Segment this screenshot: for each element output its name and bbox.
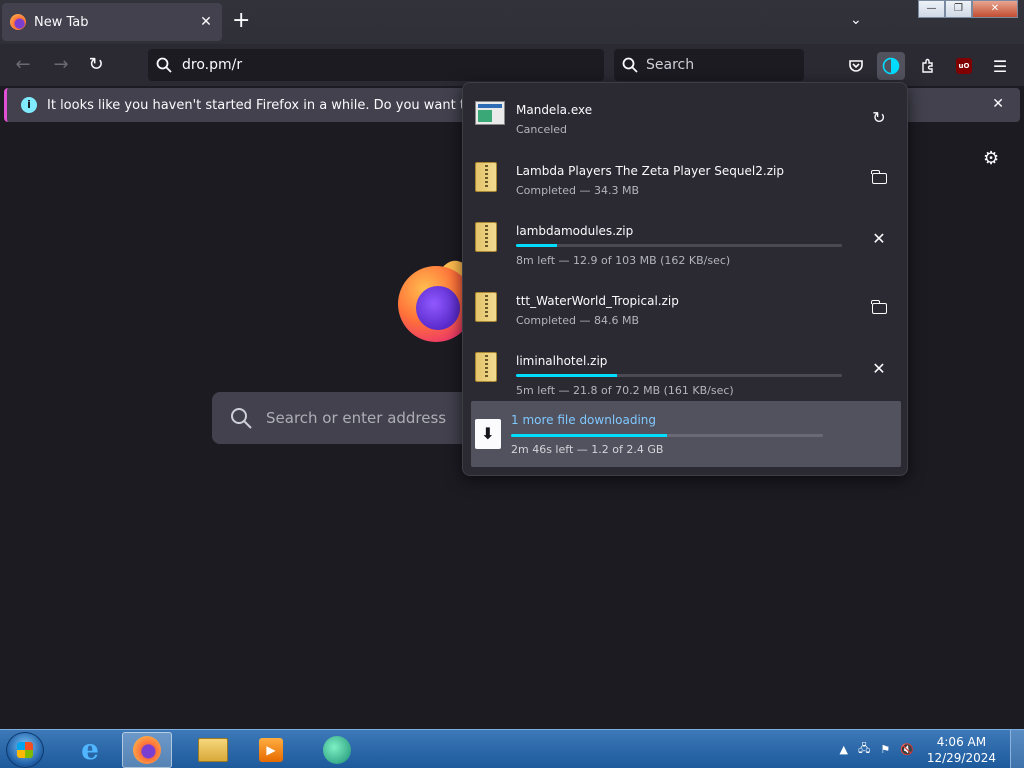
summary-status: 2m 46s left — 1.2 of 2.4 GB [511, 443, 664, 456]
pocket-icon[interactable] [842, 52, 870, 80]
download-filename: liminalhotel.zip [516, 354, 608, 368]
show-desktop-button[interactable] [1010, 730, 1024, 768]
download-filename: ttt_WaterWorld_Tropical.zip [516, 294, 679, 308]
download-filename: Lambda Players The Zeta Player Sequel2.z… [516, 164, 784, 178]
extensions-puzzle-icon[interactable] [914, 52, 942, 80]
file-explorer-icon[interactable] [188, 732, 238, 768]
action-center-flag-icon[interactable]: ⚑ [880, 743, 890, 756]
download-status: Completed — 84.6 MB [516, 314, 640, 327]
download-status: Canceled [516, 123, 568, 136]
ublock-origin-icon[interactable]: uO [950, 52, 978, 80]
tab-title: New Tab [34, 14, 89, 30]
windows-logo-icon [17, 742, 33, 758]
list-all-tabs-chevron-icon[interactable]: ⌄ [850, 12, 862, 28]
tab-close-icon[interactable]: ✕ [198, 14, 214, 30]
tab-new-tab[interactable]: New Tab ✕ [2, 3, 222, 41]
downloads-panel: Mandela.exe Canceled ↻ Lambda Players Th… [462, 82, 908, 476]
navigation-toolbar: ← → ↻ dro.pm/r Search uO ☰ [0, 44, 1024, 86]
download-status: 5m left — 21.8 of 70.2 MB (161 KB/sec) [516, 384, 734, 397]
retry-icon[interactable]: ↻ [867, 105, 891, 129]
zip-file-icon [475, 222, 503, 254]
window-controls: — ❐ ✕ [918, 0, 1018, 18]
clock-time: 4:06 AM [936, 734, 987, 749]
show-hidden-icons-icon[interactable]: ▲ [840, 743, 848, 756]
system-tray: ▲ 🖧 ⚑ 🔇 4:06 AM 12/29/2024 [835, 730, 1024, 768]
summary-progress-bar [511, 434, 823, 437]
download-progress-bar [516, 374, 842, 377]
download-item[interactable]: ttt_WaterWorld_Tropical.zip Completed — … [471, 280, 899, 340]
windows-taskbar: e ▶ ▲ 🖧 ⚑ 🔇 4:06 AM 12/29/2024 [0, 729, 1024, 768]
clock[interactable]: 4:06 AM 12/29/2024 [927, 734, 996, 766]
downloads-button-icon[interactable] [877, 52, 905, 80]
download-item[interactable]: liminalhotel.zip 5m left — 21.8 of 70.2 … [471, 340, 899, 400]
folder-icon[interactable] [867, 166, 891, 190]
zip-file-icon [475, 292, 503, 324]
download-status: 8m left — 12.9 of 103 MB (162 KB/sec) [516, 254, 731, 267]
zip-file-icon [475, 352, 503, 384]
download-item[interactable]: Mandela.exe Canceled ↻ [471, 89, 899, 149]
firefox-favicon-icon [10, 14, 26, 30]
start-button[interactable] [6, 732, 44, 768]
reload-icon[interactable]: ↻ [85, 54, 107, 76]
download-progress-bar [516, 244, 842, 247]
internet-explorer-icon[interactable]: e [65, 732, 115, 768]
search-icon [622, 57, 638, 73]
url-bar[interactable]: dro.pm/r [148, 49, 604, 81]
download-filename: Mandela.exe [516, 103, 593, 117]
hamburger-menu-icon[interactable]: ☰ [986, 52, 1014, 80]
zip-file-icon [475, 162, 503, 194]
forward-arrow-icon[interactable]: → [50, 54, 72, 76]
gear-icon[interactable]: ⚙ [983, 148, 999, 169]
url-text: dro.pm/r [182, 57, 243, 73]
folder-icon[interactable] [867, 296, 891, 320]
network-icon[interactable]: 🖧 [858, 740, 870, 759]
media-player-icon[interactable]: ▶ [246, 732, 296, 768]
cancel-icon[interactable]: ✕ [867, 226, 891, 250]
minimize-button[interactable]: — [918, 0, 945, 18]
search-placeholder: Search [646, 57, 695, 73]
volume-muted-icon[interactable]: 🔇 [900, 743, 914, 756]
more-downloads-link[interactable]: 1 more file downloading [511, 413, 656, 427]
new-tab-button[interactable]: + [232, 10, 250, 32]
download-item[interactable]: Lambda Players The Zeta Player Sequel2.z… [471, 150, 899, 210]
clock-date: 12/29/2024 [926, 750, 996, 765]
search-icon [156, 57, 172, 73]
download-filename: lambdamodules.zip [516, 224, 634, 238]
cancel-icon[interactable]: ✕ [867, 356, 891, 380]
back-arrow-icon[interactable]: ← [12, 54, 34, 76]
chat-app-icon[interactable] [312, 732, 362, 768]
download-arrow-icon: ⬇ [475, 419, 501, 449]
info-icon: i [21, 97, 37, 113]
exe-file-icon [475, 101, 505, 133]
search-bar[interactable]: Search [614, 49, 804, 81]
download-item[interactable]: lambdamodules.zip 8m left — 12.9 of 103 … [471, 210, 899, 270]
notification-close-icon[interactable]: ✕ [992, 96, 1004, 112]
download-status: Completed — 34.3 MB [516, 184, 640, 197]
close-window-button[interactable]: ✕ [972, 0, 1018, 18]
more-downloads-summary[interactable]: ⬇ 1 more file downloading 2m 46s left — … [471, 401, 901, 467]
newtab-search-placeholder: Search or enter address [266, 409, 447, 427]
search-icon [231, 408, 252, 429]
restore-button[interactable]: ❐ [945, 0, 972, 18]
tab-strip: New Tab ✕ + ⌄ — ❐ ✕ [0, 0, 1024, 44]
firefox-taskbar-icon[interactable] [122, 732, 172, 768]
